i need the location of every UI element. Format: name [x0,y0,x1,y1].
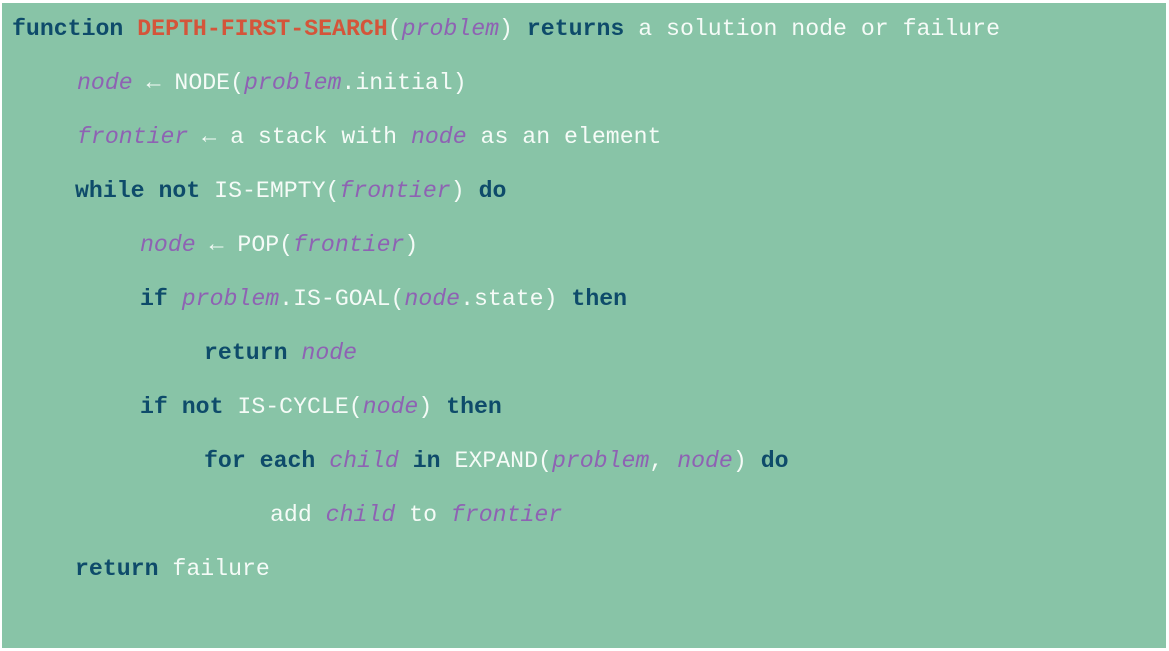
variable: frontier [450,502,563,528]
code-text: ← a stack with [188,124,411,150]
code-text: as an element [466,124,662,150]
variable: frontier [77,124,189,150]
keyword: returns [526,16,625,42]
pseudocode-panel: function DEPTH-FIRST-SEARCH(problem) ret… [2,3,1166,648]
code-line-10: add child to frontier [270,500,562,530]
variable: child [325,502,396,528]
variable: frontier [339,178,451,204]
code-text: ← NODE( [132,70,244,96]
code-line-3: frontier ← a stack with node as an eleme… [77,122,661,152]
code-line-7: return node [204,338,357,368]
code-text: ) [732,448,747,474]
variable: node [301,340,358,366]
variable: node [404,286,461,312]
code-line-8: if not IS-CYCLE(node) then [140,392,502,422]
code-line-1: function DEPTH-FIRST-SEARCH(problem) ret… [12,14,1000,44]
code-text: failure [158,556,270,582]
variable: problem [181,286,280,312]
code-text: .state) [460,286,558,312]
keyword: not [158,178,201,204]
keyword: if [140,286,168,312]
keyword: each [259,448,316,474]
code-text: ) [418,394,433,420]
keyword: while [75,178,145,204]
variable: node [140,232,196,258]
code-text: ( [387,16,402,42]
code-line-6: if problem.IS-GOAL(node.state) then [140,284,627,314]
keyword: return [204,340,288,366]
code-text: .IS-GOAL( [279,286,405,312]
keyword: do [478,178,507,204]
keyword: do [760,448,789,474]
variable: node [362,394,419,420]
code-text: ) [450,178,465,204]
variable: problem [244,70,342,96]
code-text: ← POP( [195,232,294,258]
code-text: ) [499,16,513,42]
variable: node [677,448,733,474]
code-line-5: node ← POP(frontier) [140,230,418,260]
code-text: a solution node or failure [624,16,1000,42]
variable: frontier [293,232,405,258]
code-text: IS-CYCLE( [223,394,363,420]
keyword: if [140,394,168,420]
keyword: then [446,394,502,420]
code-text: ) [404,232,419,258]
code-line-4: while not IS-EMPTY(frontier) do [75,176,506,206]
keyword: for [204,448,246,474]
code-text: EXPAND( [440,448,552,474]
keyword: function [12,16,124,42]
variable: child [329,448,399,474]
keyword: in [412,448,441,474]
code-line-9: for each child in EXPAND(problem, node) … [204,446,789,476]
code-text: IS-EMPTY( [200,178,340,204]
code-text: add [270,502,326,528]
code-text: to [395,502,451,528]
code-text: .initial) [341,70,467,96]
variable: problem [401,16,500,42]
variable: node [410,124,467,150]
code-line-11: return failure [75,554,270,584]
keyword: return [75,556,159,582]
variable: node [77,70,133,96]
keyword: then [571,286,628,312]
keyword: not [181,394,224,420]
variable: problem [551,448,650,474]
code-line-2: node ← NODE(problem.initial) [77,68,467,98]
code-text: , [649,448,678,474]
function-name: DEPTH-FIRST-SEARCH [137,16,388,42]
